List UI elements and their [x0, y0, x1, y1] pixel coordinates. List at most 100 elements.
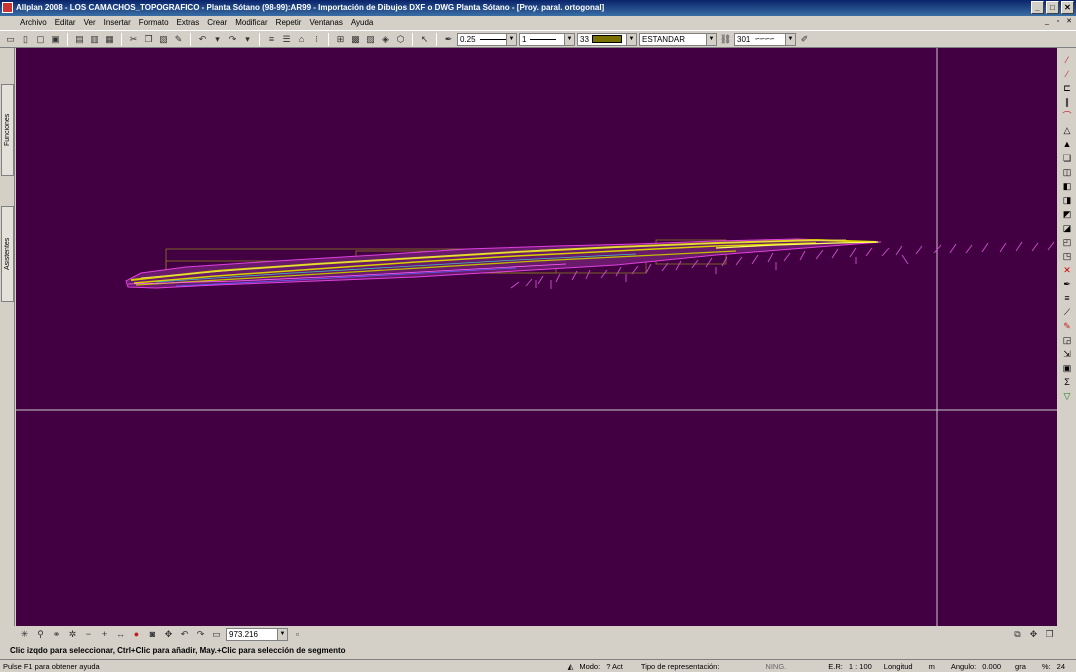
tab-asistentes[interactable]: Asistentes [1, 206, 14, 302]
redo-icon[interactable]: ↷ [226, 33, 239, 46]
zoom-scale-select[interactable]: 973.216 ▼ [226, 627, 288, 641]
capture-icon[interactable]: ▫ [291, 628, 304, 641]
camera-icon[interactable]: ◙ [146, 628, 159, 641]
move-window-icon[interactable]: ✥ [1027, 628, 1040, 641]
menu-modificar[interactable]: Modificar [231, 16, 271, 29]
arc-tool-icon[interactable]: ⌒ [1061, 110, 1074, 123]
menu-insertar[interactable]: Insertar [100, 16, 135, 29]
drawing-viewport[interactable] [16, 48, 1057, 626]
zoom-in-icon[interactable]: + [98, 628, 111, 641]
parallel-lines-icon[interactable]: ∥ [1061, 96, 1074, 109]
pen-thickness-icon[interactable]: ✒ [442, 33, 455, 46]
scale-value[interactable]: 1 : 100 [846, 662, 875, 671]
redo-dropdown-icon[interactable]: ▾ [241, 33, 254, 46]
percent-value[interactable]: 24 [1054, 662, 1068, 671]
menu-editar[interactable]: Editar [51, 16, 80, 29]
undo-icon[interactable]: ↶ [196, 33, 209, 46]
drawing-files-icon[interactable]: ▩ [349, 33, 362, 46]
new-file-icon[interactable]: ▯ [19, 33, 32, 46]
menu-archivo[interactable]: Archivo [16, 16, 51, 29]
offset-icon[interactable]: ◩ [1061, 208, 1074, 221]
brush-icon[interactable]: ✎ [172, 33, 185, 46]
menu-extras[interactable]: Extras [173, 16, 204, 29]
windows-tile-icon[interactable]: ⧉ [1011, 628, 1024, 641]
zoom-window-icon[interactable]: ⚲ [34, 628, 47, 641]
layer-select-icon[interactable]: ☰ [280, 33, 293, 46]
menu-ventanas[interactable]: Ventanas [305, 16, 346, 29]
copy-icon[interactable]: ❐ [142, 33, 155, 46]
doc-minimize-button[interactable]: _ [1042, 16, 1052, 27]
pen-red-icon[interactable]: ✎ [1061, 320, 1074, 333]
group-icon[interactable]: ◳ [1061, 250, 1074, 263]
minimize-button[interactable]: _ [1031, 1, 1044, 14]
scale-icon[interactable]: ◨ [1061, 194, 1074, 207]
angle-unit[interactable]: gra [1012, 662, 1029, 671]
stretch-icon[interactable]: ◧ [1061, 180, 1074, 193]
drawing-canvas[interactable] [16, 48, 1057, 626]
measure-icon[interactable]: ⟋ [1061, 306, 1074, 319]
filter-icon[interactable]: ▽ [1061, 390, 1074, 403]
paste-icon[interactable]: ▧ [157, 33, 170, 46]
cut-icon[interactable]: ✂ [127, 33, 140, 46]
pen-thickness-select[interactable]: 0.25 ▼ [457, 32, 517, 46]
line-tool-icon[interactable]: ⁄ [1061, 54, 1074, 67]
representation-value[interactable]: NING. [762, 662, 789, 671]
layer-icon[interactable]: ≡ [265, 33, 278, 46]
doc-close-button[interactable]: ✕ [1064, 16, 1074, 27]
trim-icon[interactable]: ◪ [1061, 222, 1074, 235]
doc-restore-button[interactable]: ▫ [1053, 16, 1063, 27]
properties-icon[interactable]: ▣ [1061, 362, 1074, 375]
select-filter-icon[interactable]: ⇲ [1061, 348, 1074, 361]
zoom-all-icon[interactable]: ✲ [66, 628, 79, 641]
mode-value[interactable]: ? Act [603, 662, 626, 671]
chevron-down-icon[interactable]: ▼ [626, 33, 636, 45]
mirror-icon[interactable]: ◫ [1061, 166, 1074, 179]
chevron-down-icon[interactable]: ▼ [506, 33, 516, 45]
rotate-icon[interactable]: ▲ [1061, 138, 1074, 151]
fileset-icon[interactable]: ⊞ [334, 33, 347, 46]
help-pointer-icon[interactable]: ↖ [418, 33, 431, 46]
pipette-icon[interactable]: ✒ [1061, 278, 1074, 291]
delete-icon[interactable]: ✕ [1061, 264, 1074, 277]
open-view-icon[interactable]: ▭ [210, 628, 223, 641]
chevron-down-icon[interactable]: ▼ [706, 33, 716, 45]
menu-crear[interactable]: Crear [203, 16, 231, 29]
pattern-select[interactable]: 301 ∽∽∽∽ ▼ [734, 32, 796, 46]
angle-value[interactable]: 0.000 [979, 662, 1004, 671]
mode-icon[interactable]: ◭ [565, 662, 577, 671]
pan-icon[interactable]: ↔ [114, 628, 127, 641]
tab-funciones[interactable]: Funciones [1, 84, 14, 176]
more-icon[interactable]: ⁝ [310, 33, 323, 46]
print-preview-icon[interactable]: ▥ [88, 33, 101, 46]
zoom-out-icon[interactable]: − [82, 628, 95, 641]
undo-dropdown-icon[interactable]: ▾ [211, 33, 224, 46]
next-view-icon[interactable]: ↷ [194, 628, 207, 641]
3d-cube-icon[interactable]: ⬡ [394, 33, 407, 46]
menu-formato[interactable]: Formato [135, 16, 173, 29]
pattern-icon[interactable]: ⛓ [719, 33, 732, 46]
plot-icon[interactable]: ▦ [103, 33, 116, 46]
navigation-icon[interactable]: ✥ [162, 628, 175, 641]
format-lines-icon[interactable]: ≡ [1061, 292, 1074, 305]
rectangle-tool-icon[interactable]: ⊏ [1061, 82, 1074, 95]
zoom-extents-icon[interactable]: ⚭ [50, 628, 63, 641]
animation-icon[interactable]: ◈ [379, 33, 392, 46]
print-icon[interactable]: ▤ [73, 33, 86, 46]
save-icon[interactable]: ▣ [49, 33, 62, 46]
sum-icon[interactable]: Σ [1061, 376, 1074, 389]
extend-icon[interactable]: ◰ [1061, 236, 1074, 249]
image-icon[interactable]: ▨ [364, 33, 377, 46]
menu-ayuda[interactable]: Ayuda [347, 16, 378, 29]
format-painter-icon[interactable]: ✐ [798, 33, 811, 46]
copy-window-icon[interactable]: ❐ [1043, 628, 1056, 641]
menu-repetir[interactable]: Repetir [272, 16, 306, 29]
move-icon[interactable]: △ [1061, 124, 1074, 137]
line-type-select[interactable]: 1 ▼ [519, 32, 575, 46]
chevron-down-icon[interactable]: ▼ [785, 33, 795, 45]
copy-element-icon[interactable]: ❏ [1061, 152, 1074, 165]
chevron-down-icon[interactable]: ▼ [277, 628, 287, 640]
polyline-tool-icon[interactable]: ∕ [1061, 68, 1074, 81]
menu-ver[interactable]: Ver [80, 16, 100, 29]
layer-select[interactable]: ESTANDAR ▼ [639, 32, 717, 46]
allplan-app-icon[interactable] [2, 2, 13, 13]
